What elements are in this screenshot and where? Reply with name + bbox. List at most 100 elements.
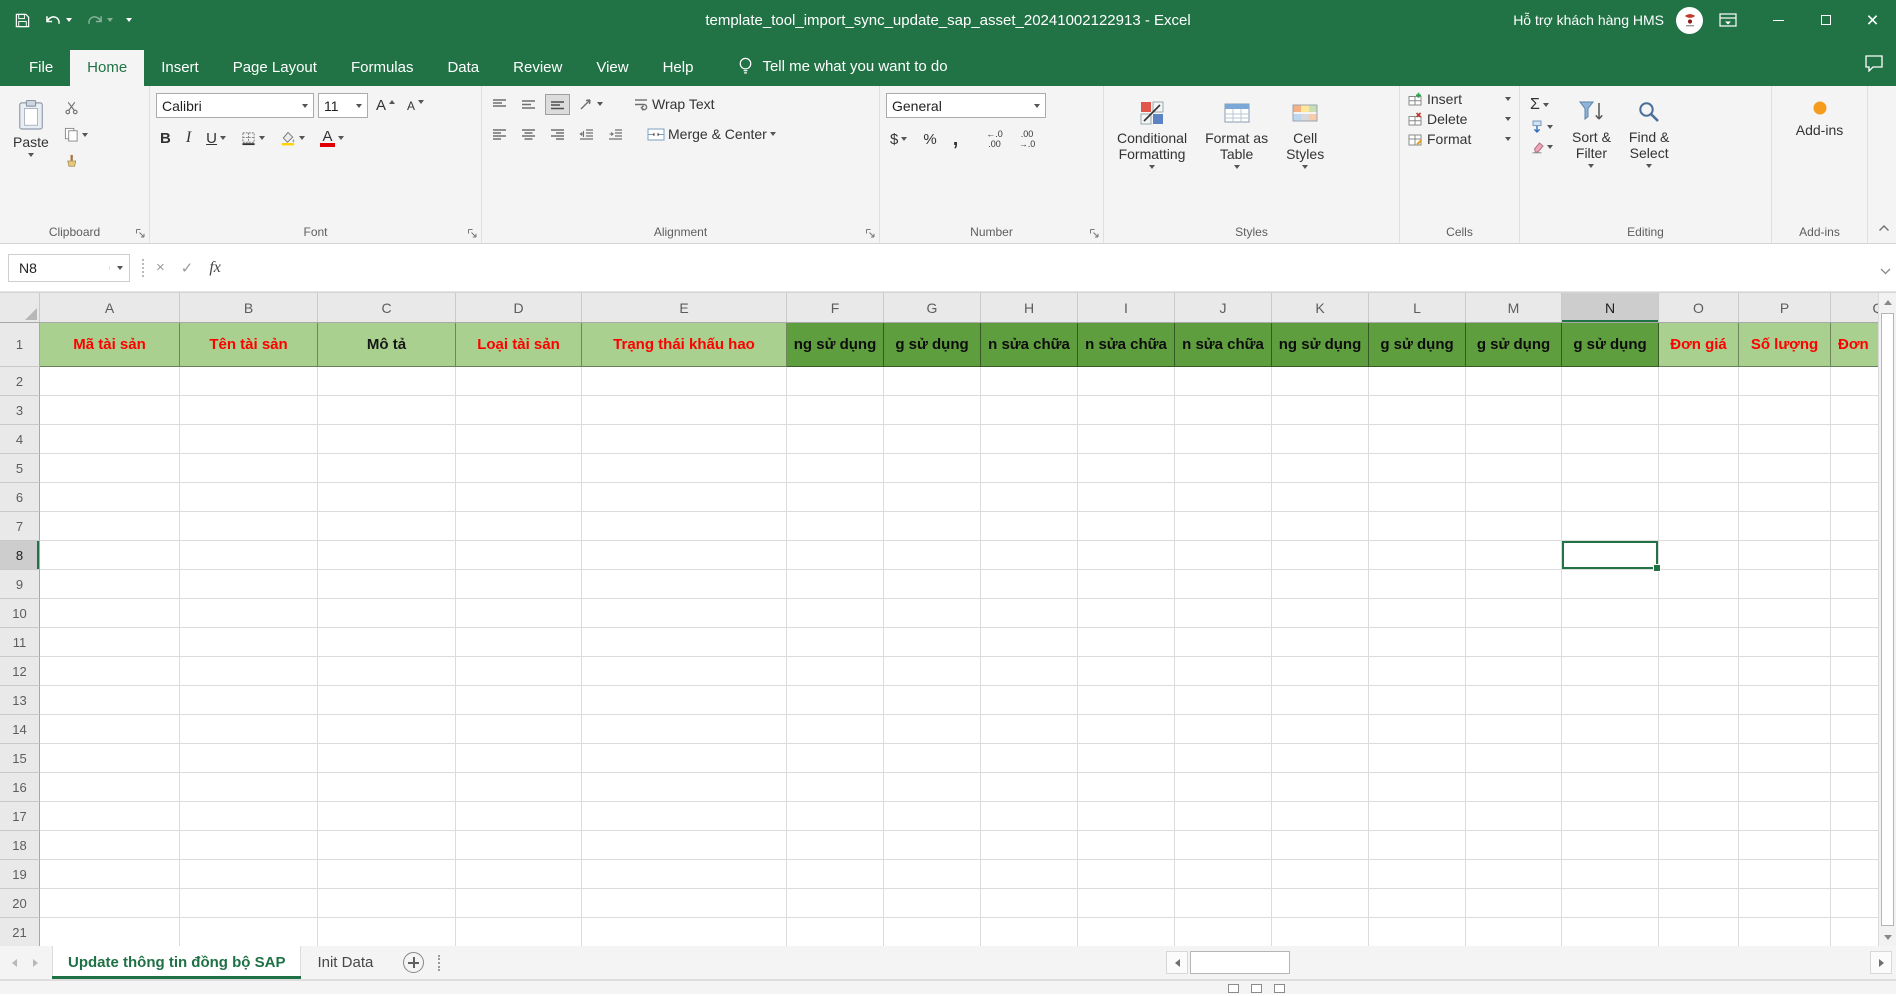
cell-G17[interactable]: [884, 802, 981, 831]
cell-H20[interactable]: [981, 889, 1078, 918]
cell-N20[interactable]: [1562, 889, 1659, 918]
row-header-8[interactable]: 8: [0, 541, 40, 570]
cell-H17[interactable]: [981, 802, 1078, 831]
cell-G4[interactable]: [884, 425, 981, 454]
cell-N7[interactable]: [1562, 512, 1659, 541]
cell-G6[interactable]: [884, 483, 981, 512]
cell-E8[interactable]: [582, 541, 787, 570]
cell-N13[interactable]: [1562, 686, 1659, 715]
cell-E12[interactable]: [582, 657, 787, 686]
cell-H4[interactable]: [981, 425, 1078, 454]
cell-L14[interactable]: [1369, 715, 1466, 744]
cell-A2[interactable]: [40, 367, 180, 396]
cell-J18[interactable]: [1175, 831, 1272, 860]
cell-J19[interactable]: [1175, 860, 1272, 889]
cell-A6[interactable]: [40, 483, 180, 512]
cell-E4[interactable]: [582, 425, 787, 454]
menu-tab-insert[interactable]: Insert: [144, 50, 216, 86]
cell-H7[interactable]: [981, 512, 1078, 541]
cell-P12[interactable]: [1739, 657, 1831, 686]
cell-P21[interactable]: [1739, 918, 1831, 946]
cell-K9[interactable]: [1272, 570, 1369, 599]
cell-N15[interactable]: [1562, 744, 1659, 773]
cell-F13[interactable]: [787, 686, 884, 715]
cell-B21[interactable]: [180, 918, 318, 946]
cell-P7[interactable]: [1739, 512, 1831, 541]
cell-H18[interactable]: [981, 831, 1078, 860]
new-sheet-button[interactable]: [403, 952, 424, 973]
enter-formula-button[interactable]: ✓: [181, 259, 194, 277]
cell-G12[interactable]: [884, 657, 981, 686]
column-header-B[interactable]: B: [180, 293, 318, 322]
cell-O13[interactable]: [1659, 686, 1739, 715]
cell-M2[interactable]: [1466, 367, 1562, 396]
cell-O12[interactable]: [1659, 657, 1739, 686]
cell-L12[interactable]: [1369, 657, 1466, 686]
cell-P14[interactable]: [1739, 715, 1831, 744]
cell-P15[interactable]: [1739, 744, 1831, 773]
cell-N19[interactable]: [1562, 860, 1659, 889]
cell-C3[interactable]: [318, 396, 456, 425]
tab-splitter-handle[interactable]: [438, 955, 440, 971]
number-dialog-launcher[interactable]: [1089, 228, 1100, 239]
cell-O3[interactable]: [1659, 396, 1739, 425]
cell-K2[interactable]: [1272, 367, 1369, 396]
cell-N3[interactable]: [1562, 396, 1659, 425]
cell-C11[interactable]: [318, 628, 456, 657]
column-header-M[interactable]: M: [1466, 293, 1562, 322]
cell-C2[interactable]: [318, 367, 456, 396]
cell-D16[interactable]: [456, 773, 582, 802]
copy-button[interactable]: [60, 124, 92, 145]
column-header-P[interactable]: P: [1739, 293, 1831, 322]
sheet-tab-init-data[interactable]: Init Data: [301, 946, 389, 979]
cell-G11[interactable]: [884, 628, 981, 657]
cell-P2[interactable]: [1739, 367, 1831, 396]
cell-M18[interactable]: [1466, 831, 1562, 860]
column-header-J[interactable]: J: [1175, 293, 1272, 322]
cell-E17[interactable]: [582, 802, 787, 831]
cell-K14[interactable]: [1272, 715, 1369, 744]
maximize-button[interactable]: [1802, 0, 1849, 40]
cell-K6[interactable]: [1272, 483, 1369, 512]
cell-N9[interactable]: [1562, 570, 1659, 599]
cell-E21[interactable]: [582, 918, 787, 946]
cell-K10[interactable]: [1272, 599, 1369, 628]
cell-D10[interactable]: [456, 599, 582, 628]
cell-H21[interactable]: [981, 918, 1078, 946]
cell-M5[interactable]: [1466, 454, 1562, 483]
cell-F4[interactable]: [787, 425, 884, 454]
row-header-17[interactable]: 17: [0, 802, 40, 831]
cell-G7[interactable]: [884, 512, 981, 541]
cell-L18[interactable]: [1369, 831, 1466, 860]
find-select-button[interactable]: Find &Select: [1622, 93, 1676, 170]
cell-J7[interactable]: [1175, 512, 1272, 541]
row-header-14[interactable]: 14: [0, 715, 40, 744]
next-sheet-button[interactable]: [33, 959, 38, 967]
cell-J15[interactable]: [1175, 744, 1272, 773]
column-header-L[interactable]: L: [1369, 293, 1466, 322]
increase-decimal-button[interactable]: ←.0.00: [982, 126, 1007, 152]
cell-F18[interactable]: [787, 831, 884, 860]
cell-J2[interactable]: [1175, 367, 1272, 396]
cell-P1[interactable]: Số lượng: [1739, 323, 1831, 367]
menu-tab-formulas[interactable]: Formulas: [334, 50, 431, 86]
column-header-H[interactable]: H: [981, 293, 1078, 322]
cell-E19[interactable]: [582, 860, 787, 889]
wrap-text-button[interactable]: Wrap Text: [629, 93, 719, 115]
cell-C10[interactable]: [318, 599, 456, 628]
sheet-tab-update-th-ng-tin-ng-b-sap[interactable]: Update thông tin đồng bộ SAP: [52, 946, 301, 979]
cell-A19[interactable]: [40, 860, 180, 889]
cell-K21[interactable]: [1272, 918, 1369, 946]
collapse-ribbon-button[interactable]: [1878, 219, 1890, 237]
cell-J3[interactable]: [1175, 396, 1272, 425]
orientation-button[interactable]: [575, 94, 607, 114]
cell-A5[interactable]: [40, 454, 180, 483]
cell-B6[interactable]: [180, 483, 318, 512]
cell-B15[interactable]: [180, 744, 318, 773]
cell-F3[interactable]: [787, 396, 884, 425]
addins-button[interactable]: Add-ins: [1789, 91, 1850, 140]
cell-P20[interactable]: [1739, 889, 1831, 918]
cell-D19[interactable]: [456, 860, 582, 889]
cell-B1[interactable]: Tên tài sản: [180, 323, 318, 367]
decrease-decimal-button[interactable]: .00→.0: [1015, 126, 1040, 152]
